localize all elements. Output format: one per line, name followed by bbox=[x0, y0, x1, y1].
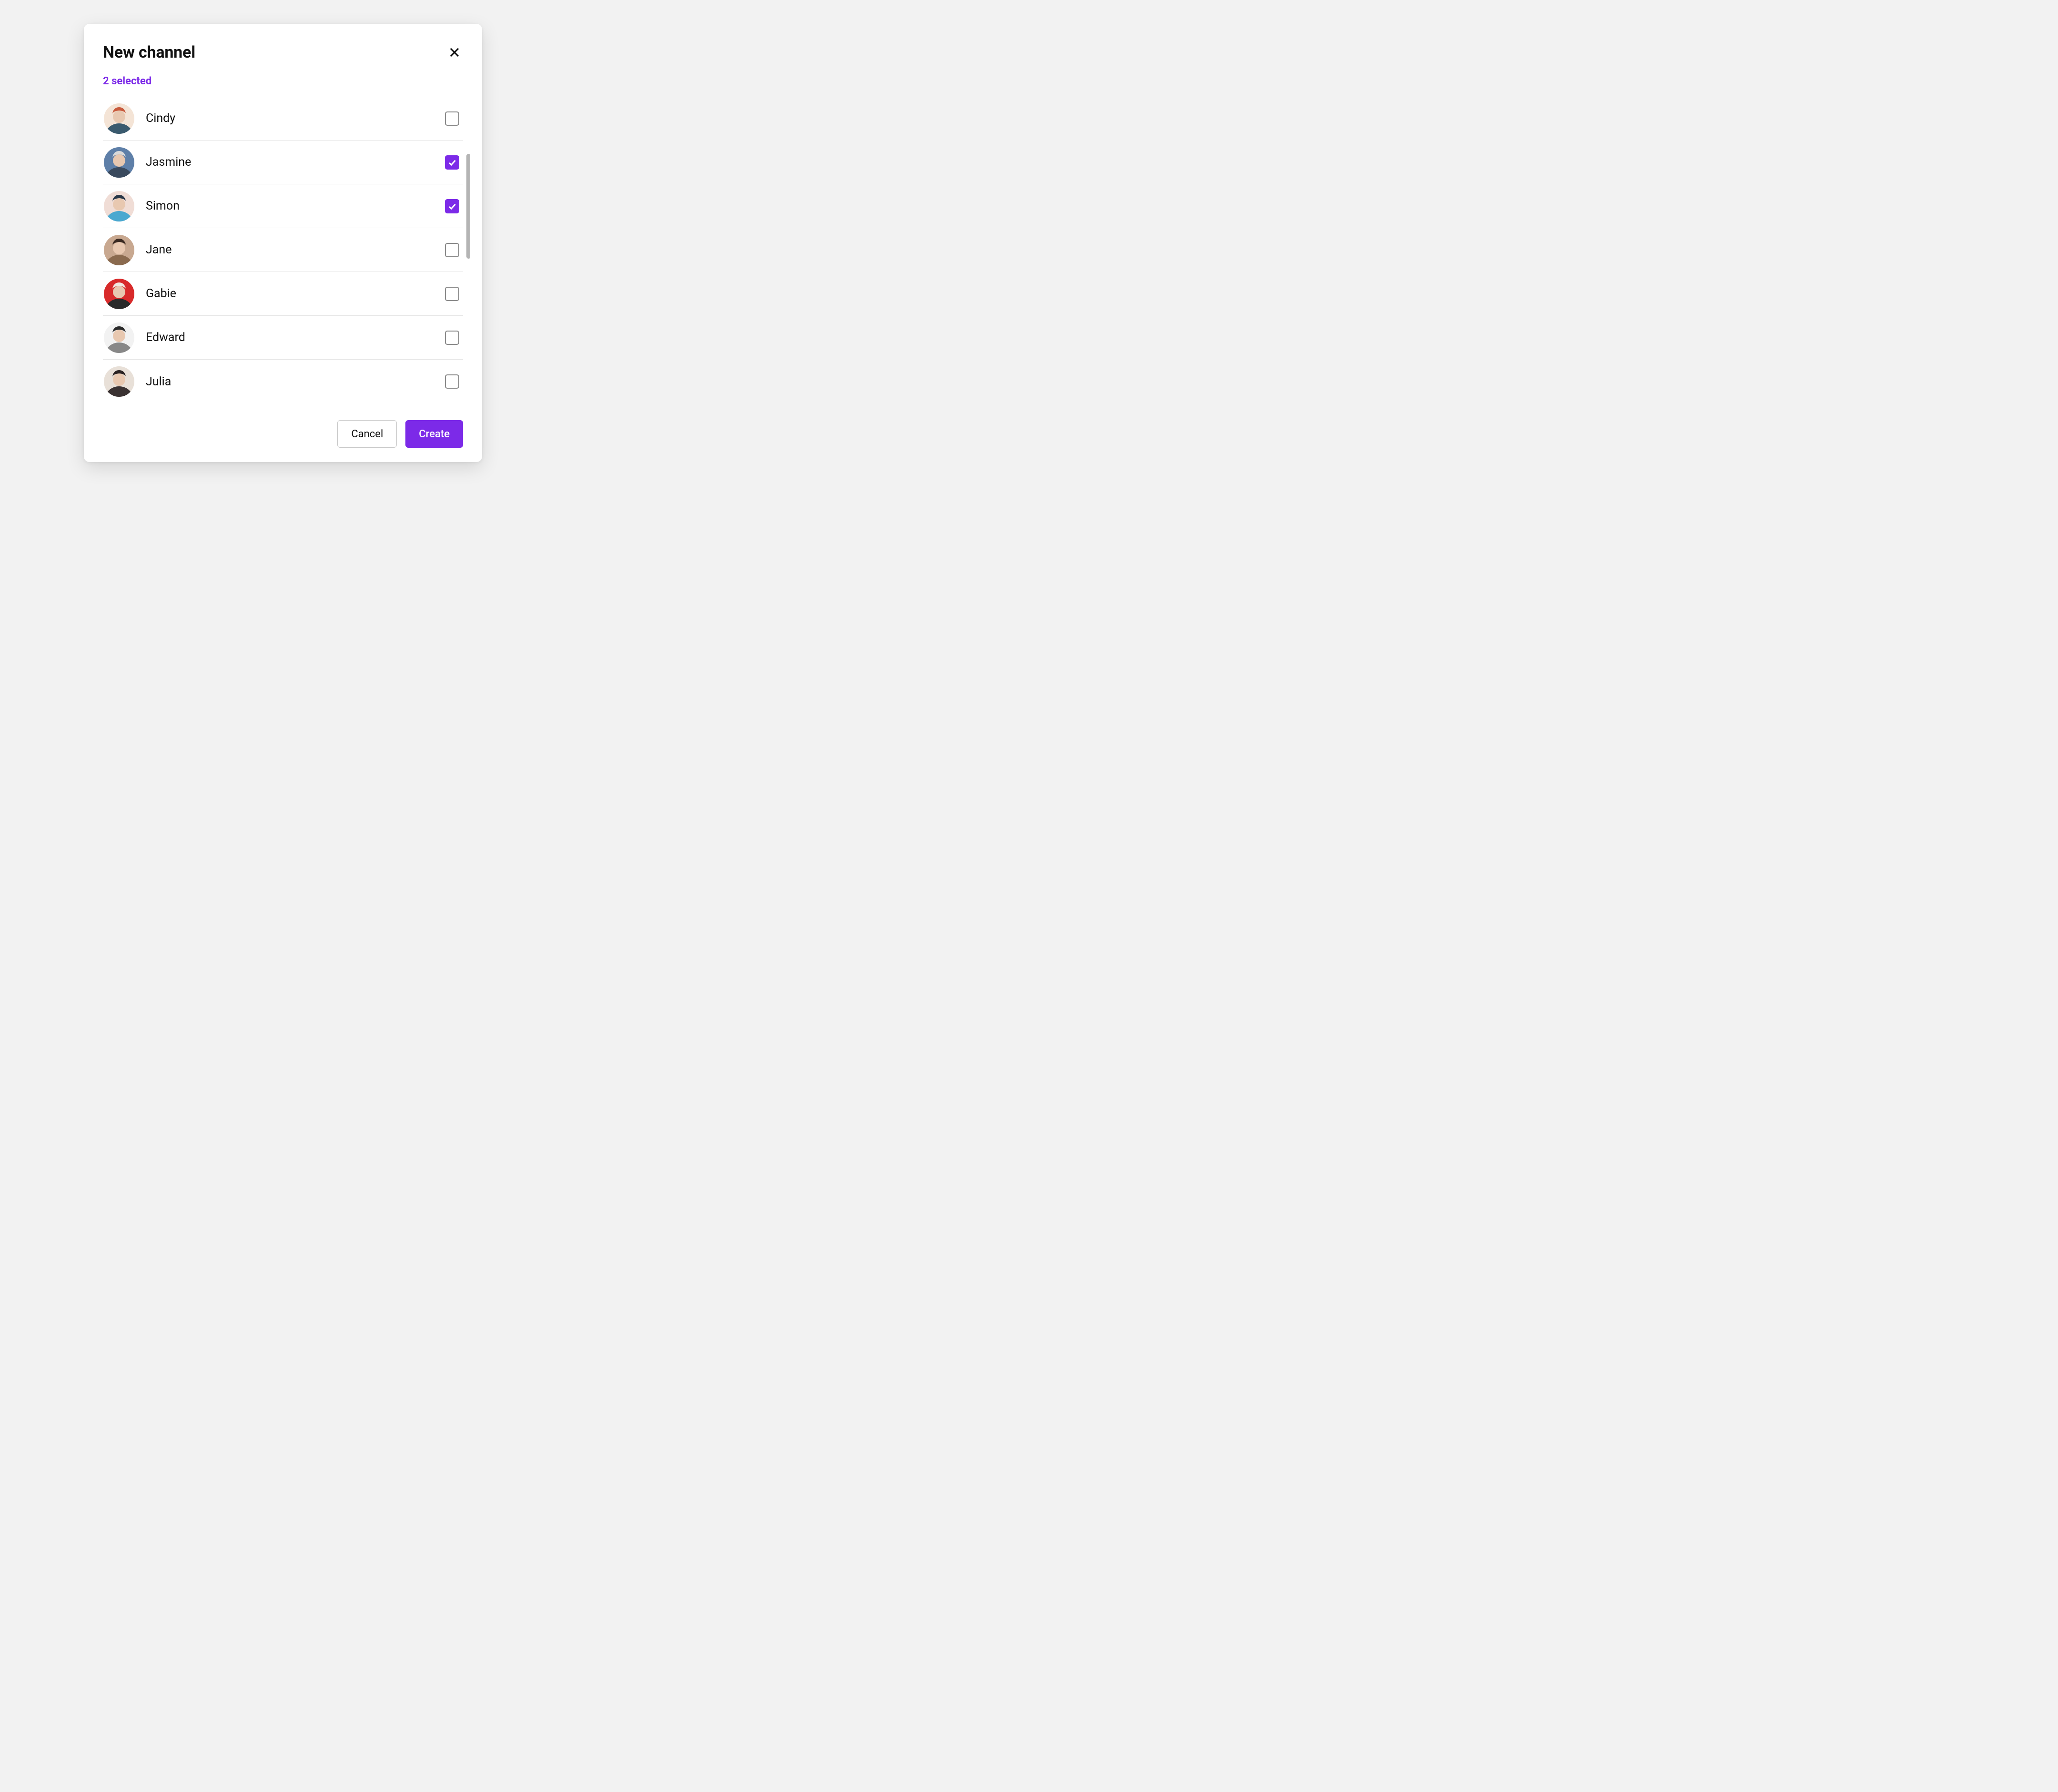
avatar bbox=[104, 279, 134, 309]
user-row[interactable]: Edward bbox=[103, 316, 463, 360]
user-checkbox[interactable] bbox=[445, 155, 459, 170]
user-name: Gabie bbox=[146, 287, 445, 301]
user-name: Edward bbox=[146, 331, 445, 344]
scrollbar-thumb[interactable] bbox=[466, 154, 470, 259]
new-channel-modal: New channel 2 selected Cindy Jasmine Sim… bbox=[84, 24, 482, 462]
user-row[interactable]: Jasmine bbox=[103, 141, 463, 184]
create-button[interactable]: Create bbox=[405, 420, 463, 448]
user-checkbox[interactable] bbox=[445, 331, 459, 345]
avatar bbox=[104, 103, 134, 134]
avatar bbox=[104, 191, 134, 221]
user-list[interactable]: Cindy Jasmine Simon Jane Gabie Edward bbox=[103, 97, 463, 406]
user-checkbox[interactable] bbox=[445, 374, 459, 389]
check-icon bbox=[447, 158, 457, 167]
modal-footer: Cancel Create bbox=[103, 406, 463, 448]
user-checkbox[interactable] bbox=[445, 243, 459, 257]
user-row[interactable]: Julia bbox=[103, 360, 463, 403]
user-row[interactable]: Cindy bbox=[103, 97, 463, 141]
user-row[interactable]: Jane bbox=[103, 228, 463, 272]
close-button[interactable] bbox=[446, 44, 463, 61]
close-icon bbox=[448, 46, 461, 59]
user-list-wrapper: Cindy Jasmine Simon Jane Gabie Edward bbox=[103, 97, 470, 406]
user-checkbox[interactable] bbox=[445, 287, 459, 301]
user-row[interactable]: Gabie bbox=[103, 272, 463, 316]
avatar bbox=[104, 366, 134, 397]
user-name: Jane bbox=[146, 243, 445, 257]
selected-count-label: 2 selected bbox=[103, 75, 463, 87]
user-name: Simon bbox=[146, 199, 445, 213]
modal-header: New channel bbox=[103, 43, 463, 62]
avatar bbox=[104, 235, 134, 265]
user-name: Cindy bbox=[146, 111, 445, 125]
user-checkbox[interactable] bbox=[445, 199, 459, 213]
cancel-button[interactable]: Cancel bbox=[337, 420, 397, 448]
user-checkbox[interactable] bbox=[445, 111, 459, 126]
user-row[interactable]: Simon bbox=[103, 184, 463, 228]
user-name: Jasmine bbox=[146, 155, 445, 169]
user-name: Julia bbox=[146, 375, 445, 389]
avatar bbox=[104, 147, 134, 178]
modal-title: New channel bbox=[103, 43, 195, 62]
check-icon bbox=[447, 201, 457, 211]
avatar bbox=[104, 322, 134, 353]
